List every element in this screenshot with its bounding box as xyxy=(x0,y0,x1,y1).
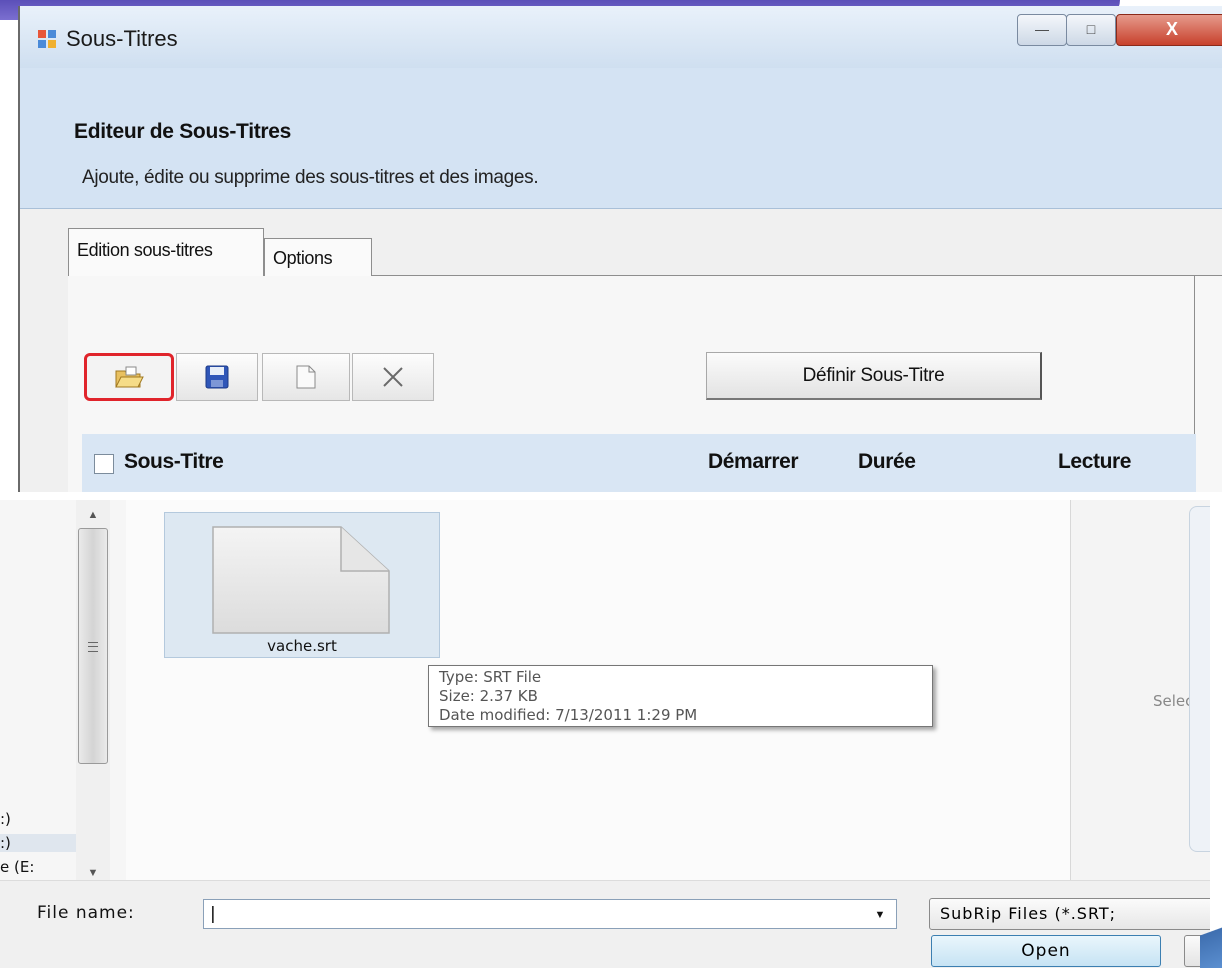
slide-corner-decoration xyxy=(1200,908,1222,968)
file-name-label: vache.srt xyxy=(267,637,337,655)
file-name-field-label: File name: xyxy=(37,903,135,923)
tooltip-type: Type: SRT File xyxy=(439,668,542,686)
column-header-duree[interactable]: Durée xyxy=(858,450,916,474)
preview-message: Selec xyxy=(1153,692,1194,710)
app-icon xyxy=(38,30,56,48)
new-button[interactable] xyxy=(262,353,350,401)
title-bar[interactable]: Sous-Titres — □ X xyxy=(20,6,1222,69)
tab-options[interactable]: Options xyxy=(264,238,372,276)
grip-icon xyxy=(88,642,98,652)
file-name-input[interactable]: | xyxy=(203,899,897,929)
preview-pane: Selec xyxy=(1070,500,1210,880)
tooltip-date-modified: Date modified: 7/13/2011 1:29 PM xyxy=(439,706,698,724)
header-title: Editeur de Sous-Titres xyxy=(74,120,292,143)
open-button[interactable]: Open xyxy=(931,935,1161,967)
header-band: Editeur de Sous-Titres Ajoute, édite ou … xyxy=(20,68,1222,209)
file-type-filter-select[interactable]: SubRip Files (*.SRT; xyxy=(929,898,1210,930)
file-name-dropdown-icon[interactable]: ▼ xyxy=(866,903,894,927)
column-header-lecture[interactable]: Lecture xyxy=(1058,450,1131,474)
blank-document-icon xyxy=(296,365,316,389)
drive-item[interactable]: e (E: xyxy=(0,858,34,876)
navigation-pane: ▲ ▼ :) :) e (E: xyxy=(0,500,127,880)
file-list-area: vache.srt Type: SRT File Size: 2.37 KB D… xyxy=(126,500,1070,880)
file-info-tooltip: Type: SRT File Size: 2.37 KB Date modifi… xyxy=(428,665,933,727)
header-subtitle: Ajoute, édite ou supprime des sous-titre… xyxy=(82,167,539,188)
floppy-disk-icon xyxy=(205,365,229,389)
tooltip-size: Size: 2.37 KB xyxy=(439,687,538,705)
subtitle-list-header: Sous-Titre Démarrer Durée Lecture xyxy=(82,434,1196,492)
scroll-up-arrow-icon[interactable]: ▲ xyxy=(78,502,108,528)
drive-item[interactable]: :) xyxy=(0,810,11,828)
folder-open-icon xyxy=(115,366,144,388)
tab-edition-sous-titres[interactable]: Edition sous-titres xyxy=(68,228,264,276)
maximize-button[interactable]: □ xyxy=(1066,14,1116,46)
close-button[interactable]: X xyxy=(1116,14,1222,46)
minimize-button[interactable]: — xyxy=(1017,14,1067,46)
preview-panel-edge xyxy=(1189,506,1210,852)
open-file-dialog: ▲ ▼ :) :) e (E: vache.srt Type: SRT File… xyxy=(0,500,1210,968)
subtitles-window: Sous-Titres — □ X Editeur de Sous-Titres… xyxy=(18,6,1222,492)
window-title: Sous-Titres xyxy=(66,26,178,51)
document-icon xyxy=(212,526,390,634)
dialog-bottom-bar: File name: | ▼ SubRip Files (*.SRT; Open xyxy=(0,880,1210,968)
save-button[interactable] xyxy=(176,353,258,401)
delete-button[interactable] xyxy=(352,353,434,401)
column-header-demarrer[interactable]: Démarrer xyxy=(708,450,799,474)
define-subtitle-button[interactable]: Définir Sous-Titre xyxy=(706,352,1042,400)
nav-scrollbar-thumb[interactable] xyxy=(78,528,108,764)
x-icon xyxy=(383,367,403,387)
column-header-sous-titre[interactable]: Sous-Titre xyxy=(124,450,224,474)
select-all-checkbox[interactable] xyxy=(94,454,114,474)
open-file-button[interactable] xyxy=(84,353,174,401)
drive-item[interactable]: :) xyxy=(0,834,76,852)
file-item-vache-srt[interactable]: vache.srt xyxy=(164,512,440,658)
